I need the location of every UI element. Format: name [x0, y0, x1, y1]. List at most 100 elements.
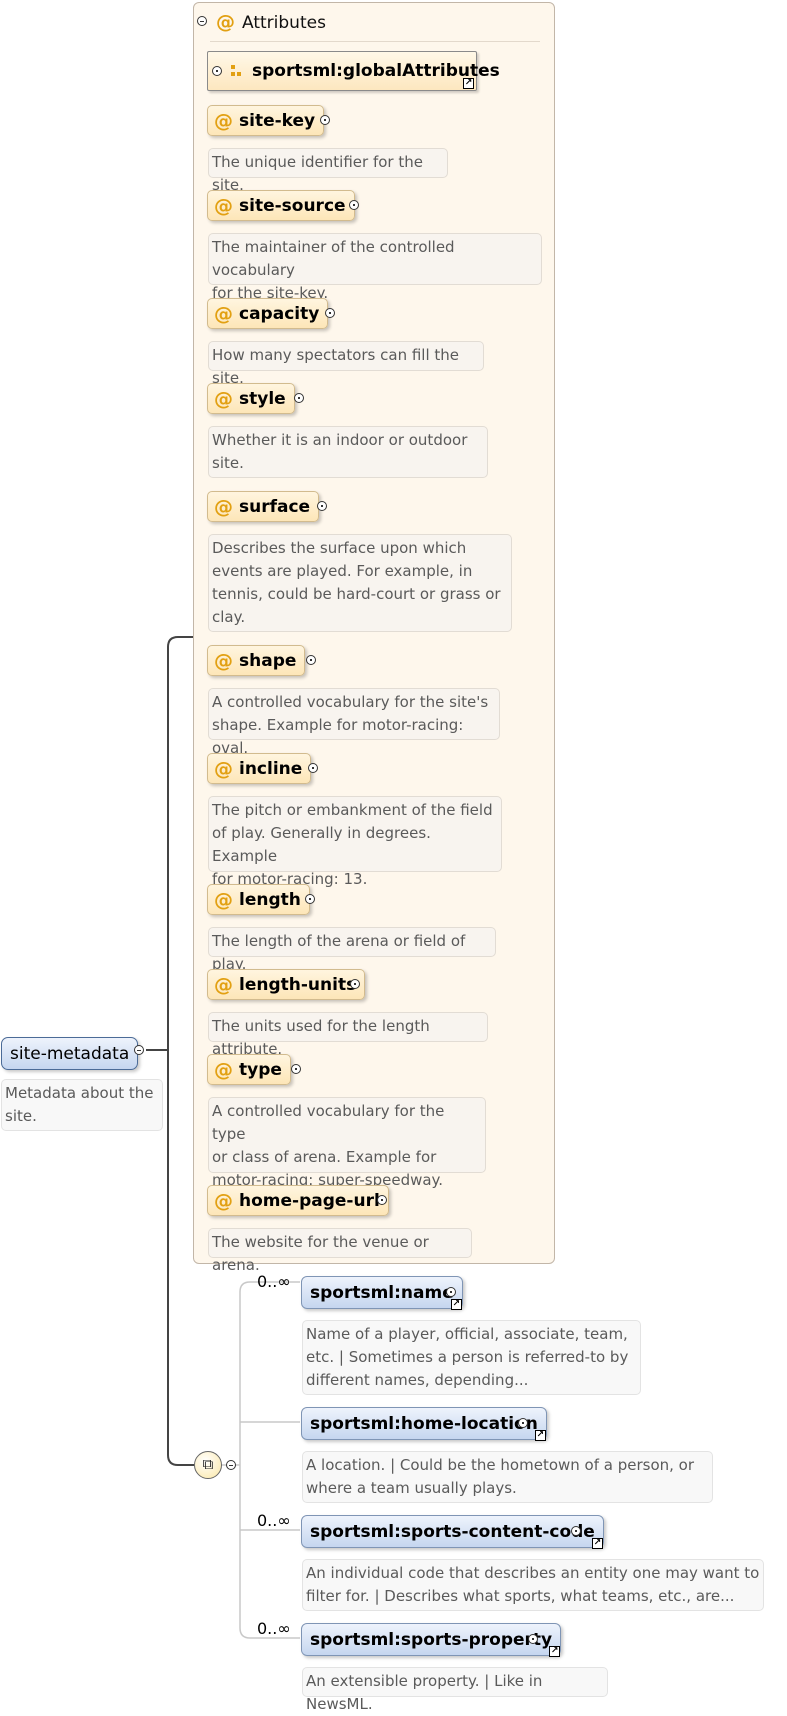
- attribute-description: The length of the arena or field of play…: [208, 927, 496, 973]
- arrow-ref-icon[interactable]: ↗: [463, 78, 474, 89]
- description-line: Name of a player, official, associate, t…: [306, 1325, 628, 1343]
- expand-type-icon[interactable]: [291, 1064, 301, 1074]
- attributes-group-title: Attributes: [242, 13, 326, 33]
- at-sign-icon: @: [214, 194, 233, 217]
- element-label: sportsml:home-location: [310, 1413, 538, 1434]
- attribute-label: style: [239, 388, 286, 409]
- element-label: sportsml:name: [310, 1282, 454, 1303]
- attribute-description: A controlled vocabulary for the type or …: [208, 1097, 486, 1189]
- cardinality-label: 0..∞: [257, 1619, 291, 1638]
- expand-shape-icon[interactable]: [306, 655, 316, 665]
- attribute-type[interactable]: @ type: [207, 1054, 291, 1085]
- expand-length-icon[interactable]: [305, 894, 315, 904]
- expand-length-units-icon[interactable]: [350, 979, 360, 989]
- collapse-attributes-icon[interactable]: [197, 16, 207, 26]
- expand-sportsml-name-icon[interactable]: [446, 1287, 456, 1297]
- expand-sports-content-code-icon[interactable]: [571, 1526, 581, 1536]
- arrow-ref-icon[interactable]: ↗: [534, 1430, 546, 1441]
- expand-surface-icon[interactable]: [317, 501, 327, 511]
- cardinality-label: 0..∞: [257, 1272, 291, 1291]
- at-sign-icon: @: [214, 1189, 233, 1212]
- expand-style-icon[interactable]: [294, 393, 304, 403]
- expand-home-page-url-icon[interactable]: [377, 1195, 387, 1205]
- element-sportsml-name[interactable]: sportsml:name ↗: [301, 1276, 463, 1310]
- attribute-label: shape: [239, 650, 297, 671]
- description-line: Describes the surface upon which: [212, 539, 467, 557]
- element-sportsml-home-location[interactable]: sportsml:home-location ↗: [301, 1407, 547, 1441]
- element-description: An individual code that describes an ent…: [302, 1559, 764, 1611]
- expand-capacity-icon[interactable]: [325, 308, 335, 318]
- element-label: sportsml:sports-content-code: [310, 1521, 595, 1542]
- description-line: A location. | Could be the hometown of a…: [306, 1456, 695, 1474]
- attribute-label: capacity: [239, 303, 320, 324]
- attribute-style[interactable]: @ style: [207, 383, 295, 414]
- at-sign-icon: @: [214, 973, 233, 996]
- cardinality-label: 0..∞: [257, 1511, 291, 1530]
- root-description-line: Metadata about the: [5, 1084, 154, 1102]
- attribute-incline[interactable]: @ incline: [207, 753, 312, 784]
- arrow-ref-icon[interactable]: ↗: [591, 1538, 603, 1549]
- at-sign-icon: @: [214, 757, 233, 780]
- attribute-capacity[interactable]: @ capacity: [207, 298, 329, 329]
- attribute-home-page-url[interactable]: @ home-page-url: [207, 1185, 389, 1216]
- description-line: An extensible property. | Like in NewsML…: [306, 1672, 543, 1713]
- attribute-length[interactable]: @ length: [207, 884, 310, 915]
- description-line: site.: [212, 454, 244, 472]
- description-line: The pitch or embankment of the field: [212, 801, 493, 819]
- attribute-site-source[interactable]: @ site-source: [207, 190, 355, 221]
- description-line: or class of arena. Example for: [212, 1148, 437, 1166]
- attribute-description: The pitch or embankment of the field of …: [208, 796, 502, 888]
- expand-incline-icon[interactable]: [308, 763, 318, 773]
- sequence-icon[interactable]: ⧉: [194, 1451, 222, 1479]
- element-description: An extensible property. | Like in NewsML…: [302, 1667, 608, 1713]
- at-sign-icon: @: [214, 302, 233, 325]
- attribute-group-icon: [230, 63, 244, 77]
- attribute-site-key[interactable]: @ site-key: [207, 105, 325, 136]
- description-line: tennis, could be hard-court or grass or: [212, 585, 501, 603]
- attribute-description: The website for the venue or arena.: [208, 1228, 472, 1274]
- attribute-label: home-page-url: [239, 1190, 380, 1211]
- attributes-title-divider: [210, 41, 540, 42]
- element-description: A location. | Could be the hometown of a…: [302, 1451, 713, 1503]
- expand-global-attributes-icon[interactable]: [212, 66, 222, 76]
- attribute-description: Describes the surface upon which events …: [208, 534, 512, 632]
- element-description: Name of a player, official, associate, t…: [302, 1320, 641, 1395]
- description-line: Whether it is an indoor or outdoor: [212, 431, 468, 449]
- attribute-shape[interactable]: @ shape: [207, 645, 306, 676]
- expand-site-key-icon[interactable]: [320, 115, 330, 125]
- attribute-label: length-units: [239, 974, 357, 995]
- attribute-label: incline: [239, 758, 303, 779]
- element-sportsml-sports-content-code[interactable]: sportsml:sports-content-code ↗: [301, 1515, 604, 1549]
- attribute-label: site-source: [239, 195, 346, 216]
- arrow-ref-icon[interactable]: ↗: [549, 1646, 561, 1657]
- arrow-ref-icon[interactable]: ↗: [450, 1299, 462, 1310]
- at-sign-icon: @: [214, 495, 233, 518]
- description-line: An individual code that describes an ent…: [306, 1564, 760, 1582]
- at-sign-icon: @: [216, 11, 235, 33]
- attribute-description: The maintainer of the controlled vocabul…: [208, 233, 542, 302]
- description-line: etc. | Sometimes a person is referred-to…: [306, 1348, 629, 1366]
- attribute-surface[interactable]: @ surface: [207, 491, 320, 522]
- description-line: events are played. For example, in: [212, 562, 473, 580]
- description-line: The maintainer of the controlled vocabul…: [212, 238, 455, 279]
- attribute-label: type: [239, 1059, 282, 1080]
- at-sign-icon: @: [214, 1058, 233, 1081]
- attribute-length-units[interactable]: @ length-units: [207, 969, 366, 1000]
- attribute-description: How many spectators can fill the site.: [208, 341, 484, 387]
- root-description-line: site.: [5, 1107, 37, 1125]
- at-sign-icon: @: [214, 888, 233, 911]
- at-sign-icon: @: [214, 109, 233, 132]
- collapse-sequence-icon[interactable]: [226, 1460, 236, 1470]
- root-description: Metadata about the site.: [1, 1079, 163, 1131]
- expand-site-source-icon[interactable]: [349, 200, 359, 210]
- description-line: A controlled vocabulary for the type: [212, 1102, 445, 1143]
- expand-sports-property-icon[interactable]: [528, 1634, 538, 1644]
- attribute-label: length: [239, 889, 301, 910]
- description-line: filter for. | Describes what sports, wha…: [306, 1587, 735, 1605]
- element-sportsml-sports-property[interactable]: sportsml:sports-property ↗: [301, 1623, 562, 1657]
- collapse-root-icon[interactable]: [134, 1045, 144, 1055]
- global-attributes-ref[interactable]: sportsml:globalAttributes ↗: [207, 51, 500, 91]
- attribute-description: The units used for the length attribute.: [208, 1012, 488, 1058]
- expand-home-location-icon[interactable]: [518, 1418, 528, 1428]
- root-element-site-metadata[interactable]: site-metadata: [1, 1037, 139, 1070]
